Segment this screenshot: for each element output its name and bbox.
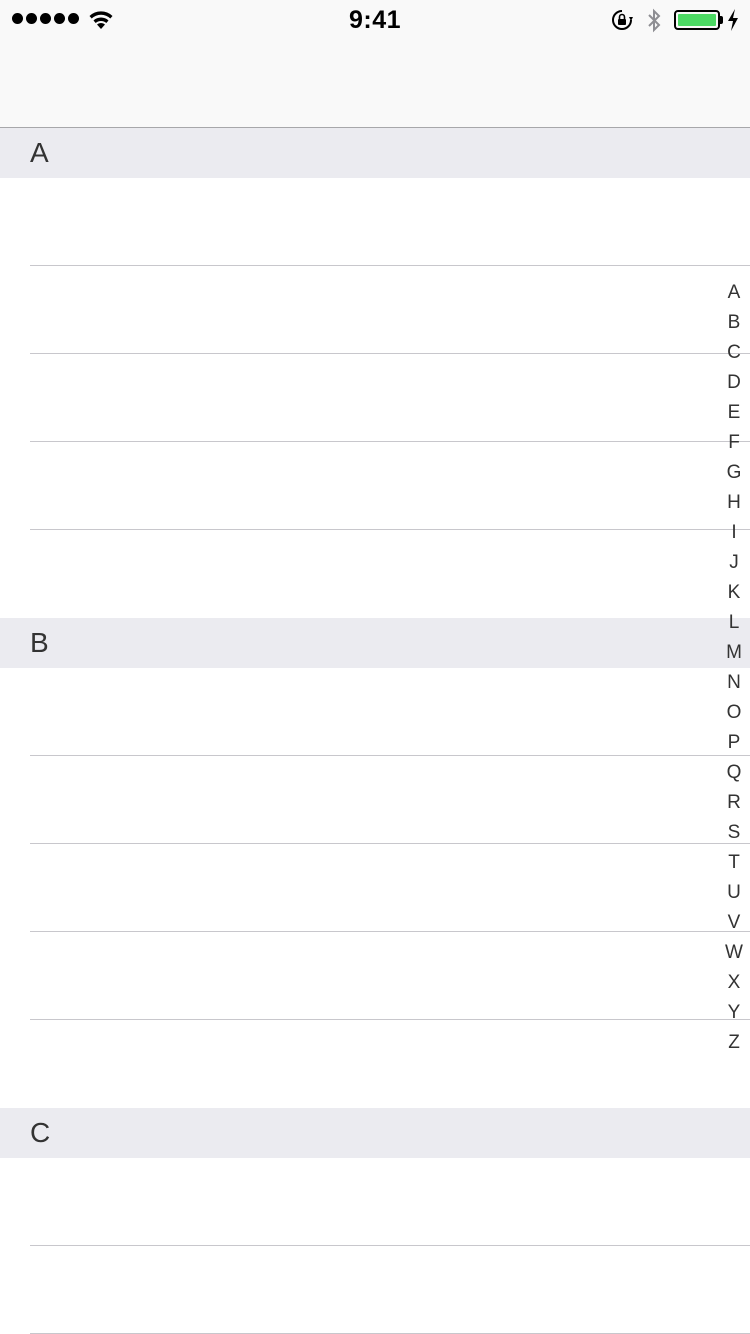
section-header-c: C [0, 1108, 750, 1158]
table-row[interactable] [0, 668, 750, 756]
index-letter-z[interactable]: Z [718, 1028, 750, 1058]
index-letter-m[interactable]: M [718, 638, 750, 668]
section-header-b: B [0, 618, 750, 668]
table-row[interactable] [0, 354, 750, 442]
index-letter-h[interactable]: H [718, 488, 750, 518]
status-time: 9:41 [348, 6, 402, 34]
section-title: B [30, 627, 49, 658]
section-title: C [30, 1117, 51, 1148]
table-row[interactable] [0, 1246, 750, 1334]
bluetooth-icon [648, 8, 661, 33]
index-letter-r[interactable]: R [718, 788, 750, 818]
index-letter-b[interactable]: B [718, 308, 750, 338]
index-letter-p[interactable]: P [718, 728, 750, 758]
index-letter-c[interactable]: C [718, 338, 750, 368]
index-letter-n[interactable]: N [718, 668, 750, 698]
index-letter-a[interactable]: A [718, 278, 750, 308]
index-letter-f[interactable]: F [718, 428, 750, 458]
status-bar: 9:41 [0, 0, 750, 40]
table-row[interactable] [0, 266, 750, 354]
table-row[interactable] [0, 1158, 750, 1246]
table-row[interactable] [0, 932, 750, 1020]
table-view[interactable]: A B C [0, 128, 750, 1334]
index-letter-e[interactable]: E [718, 398, 750, 428]
table-row[interactable] [0, 756, 750, 844]
section-title: A [30, 137, 49, 168]
section-header-a: A [0, 128, 750, 178]
index-letter-t[interactable]: T [718, 848, 750, 878]
index-letter-y[interactable]: Y [718, 998, 750, 1028]
table-row[interactable] [0, 530, 750, 618]
index-letter-u[interactable]: U [718, 878, 750, 908]
table-row[interactable] [0, 178, 750, 266]
index-letter-i[interactable]: I [718, 518, 750, 548]
index-letter-g[interactable]: G [718, 458, 750, 488]
rotation-lock-icon [612, 10, 633, 30]
charging-bolt-icon [728, 9, 738, 31]
index-letter-l[interactable]: L [718, 608, 750, 638]
index-letter-d[interactable]: D [718, 368, 750, 398]
index-letter-v[interactable]: V [718, 908, 750, 938]
index-letter-s[interactable]: S [718, 818, 750, 848]
index-letter-k[interactable]: K [718, 578, 750, 608]
navigation-bar: 9:41 [0, 0, 750, 128]
section-index[interactable]: A B C D E F G H I J K L M N O P Q R S T … [718, 278, 750, 1058]
battery-tip [720, 16, 723, 24]
index-letter-w[interactable]: W [718, 938, 750, 968]
battery-icon [674, 10, 720, 30]
index-letter-j[interactable]: J [718, 548, 750, 578]
table-row[interactable] [0, 442, 750, 530]
table-row[interactable] [0, 1020, 750, 1108]
index-letter-o[interactable]: O [718, 698, 750, 728]
index-letter-q[interactable]: Q [718, 758, 750, 788]
index-letter-x[interactable]: X [718, 968, 750, 998]
table-row[interactable] [0, 844, 750, 932]
